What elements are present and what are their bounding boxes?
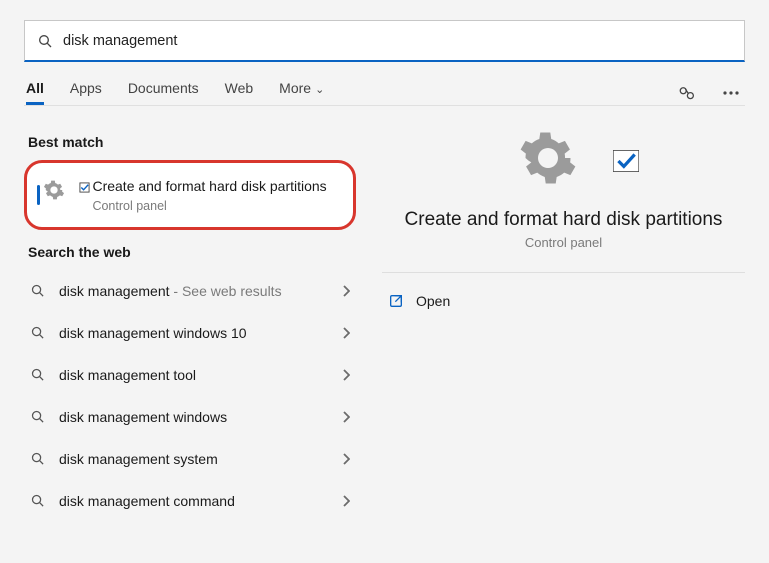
search-icon xyxy=(37,33,53,49)
web-result-item[interactable]: disk management windows 10 xyxy=(24,312,356,354)
gear-icon xyxy=(43,179,80,206)
open-action[interactable]: Open xyxy=(382,289,745,313)
chevron-down-icon: ⌄ xyxy=(315,84,324,96)
search-icon xyxy=(30,493,45,508)
tab-label: Apps xyxy=(70,80,102,96)
tab-label: More xyxy=(279,80,311,96)
tab-more[interactable]: More ⌄ xyxy=(279,80,324,105)
web-result-text: disk management system xyxy=(59,451,218,467)
tab-label: Documents xyxy=(128,80,199,96)
chevron-right-icon xyxy=(342,411,350,423)
quick-actions-icon[interactable] xyxy=(675,81,699,105)
preview-title: Create and format hard disk partitions xyxy=(405,209,723,231)
best-match-subtitle: Control panel xyxy=(92,199,326,213)
web-result-text: disk management - See web results xyxy=(59,283,282,299)
web-result-text: disk management command xyxy=(59,493,235,509)
search-icon xyxy=(30,367,45,382)
tab-all[interactable]: All xyxy=(26,80,44,105)
web-results-list: disk management - See web results disk ma… xyxy=(24,270,356,522)
preview-divider xyxy=(382,272,745,273)
selection-accent xyxy=(37,185,40,205)
search-icon xyxy=(30,325,45,340)
tabs-divider xyxy=(24,105,745,106)
search-input[interactable] xyxy=(63,33,732,49)
chevron-right-icon xyxy=(342,369,350,381)
tab-apps[interactable]: Apps xyxy=(70,80,102,105)
web-result-text: disk management windows 10 xyxy=(59,325,247,341)
open-icon xyxy=(388,293,404,309)
web-result-text: disk management windows xyxy=(59,409,227,425)
more-options-icon[interactable] xyxy=(719,81,743,105)
web-heading: Search the web xyxy=(28,244,356,260)
web-result-item[interactable]: disk management - See web results xyxy=(24,270,356,312)
search-icon xyxy=(30,409,45,424)
tab-label: All xyxy=(26,80,44,96)
chevron-right-icon xyxy=(342,327,350,339)
search-box[interactable] xyxy=(24,20,745,62)
preview-pane: Create and format hard disk partitions C… xyxy=(382,120,745,313)
best-match-result[interactable]: Create and format hard disk partitions C… xyxy=(24,160,356,230)
chevron-right-icon xyxy=(342,453,350,465)
filter-tabs: All Apps Documents Web More ⌄ xyxy=(26,80,324,105)
gear-icon-large xyxy=(518,128,608,193)
web-result-text: disk management tool xyxy=(59,367,196,383)
best-match-title: Create and format hard disk partitions xyxy=(92,177,326,196)
tab-web[interactable]: Web xyxy=(225,80,254,105)
tab-documents[interactable]: Documents xyxy=(128,80,199,105)
search-icon xyxy=(30,283,45,298)
tab-label: Web xyxy=(225,80,254,96)
web-result-item[interactable]: disk management windows xyxy=(24,396,356,438)
chevron-right-icon xyxy=(342,495,350,507)
search-icon xyxy=(30,451,45,466)
preview-subtitle: Control panel xyxy=(525,235,602,250)
open-label: Open xyxy=(416,293,450,309)
web-result-item[interactable]: disk management command xyxy=(24,480,356,522)
web-result-item[interactable]: disk management tool xyxy=(24,354,356,396)
best-match-heading: Best match xyxy=(28,134,356,150)
chevron-right-icon xyxy=(342,285,350,297)
web-result-item[interactable]: disk management system xyxy=(24,438,356,480)
